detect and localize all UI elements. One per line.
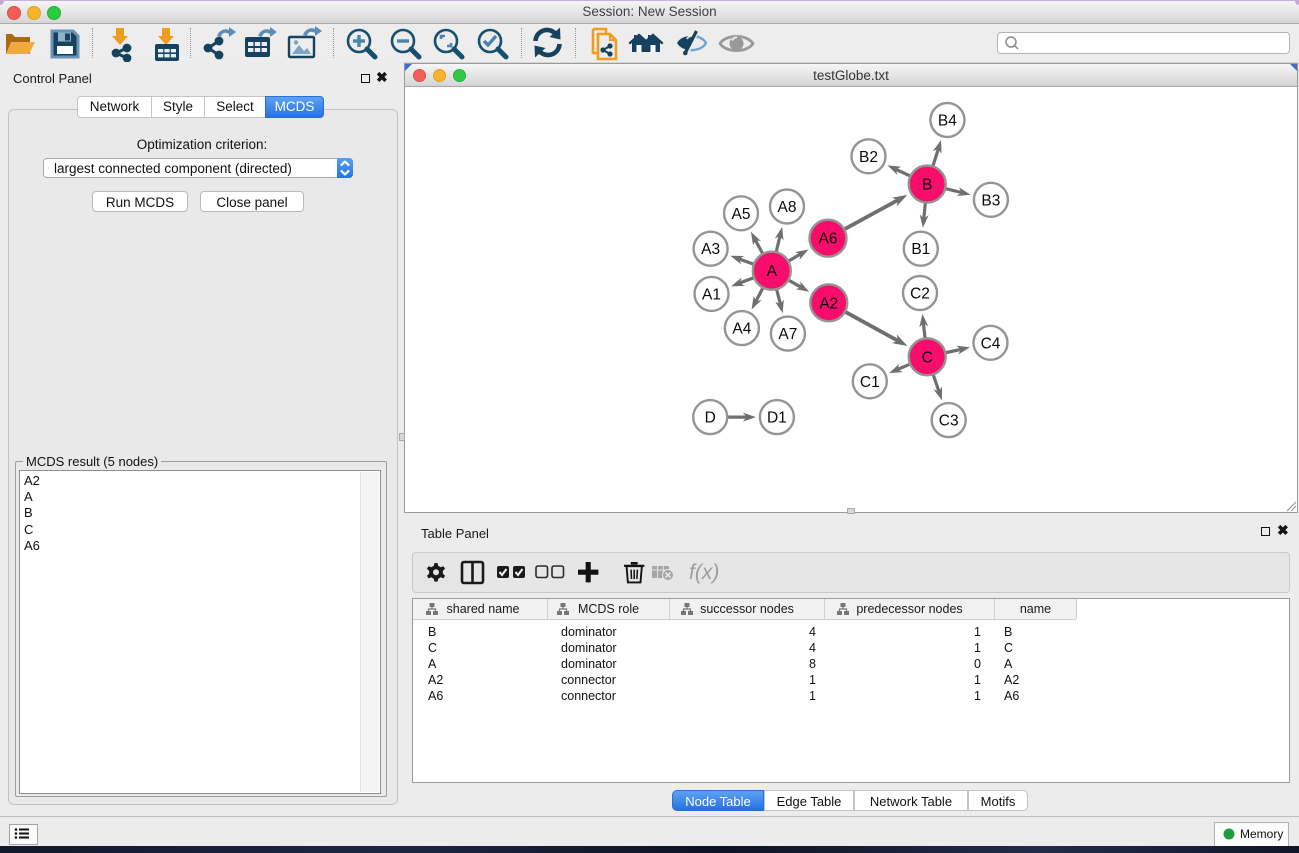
svg-text:C3: C3 — [939, 413, 959, 430]
svg-text:A6: A6 — [819, 231, 838, 248]
svg-text:B2: B2 — [859, 149, 878, 166]
svg-text:A1: A1 — [702, 286, 721, 303]
svg-text:B: B — [922, 177, 932, 194]
svg-text:A3: A3 — [701, 241, 720, 258]
svg-text:C1: C1 — [860, 374, 880, 391]
svg-text:A7: A7 — [778, 326, 797, 343]
svg-text:B3: B3 — [981, 192, 1000, 209]
svg-text:C4: C4 — [981, 335, 1001, 352]
svg-text:f(x): f(x) — [689, 561, 719, 584]
svg-text:A5: A5 — [732, 206, 751, 223]
svg-text:A: A — [767, 263, 778, 280]
svg-text:C2: C2 — [910, 286, 930, 303]
svg-text:A4: A4 — [732, 321, 751, 338]
svg-text:A8: A8 — [778, 199, 797, 216]
svg-text:D: D — [705, 410, 716, 427]
svg-text:C: C — [922, 349, 933, 366]
svg-text:A2: A2 — [819, 295, 838, 312]
svg-text:D1: D1 — [767, 410, 787, 427]
svg-text:B4: B4 — [938, 113, 957, 130]
svg-text:B1: B1 — [911, 241, 930, 258]
